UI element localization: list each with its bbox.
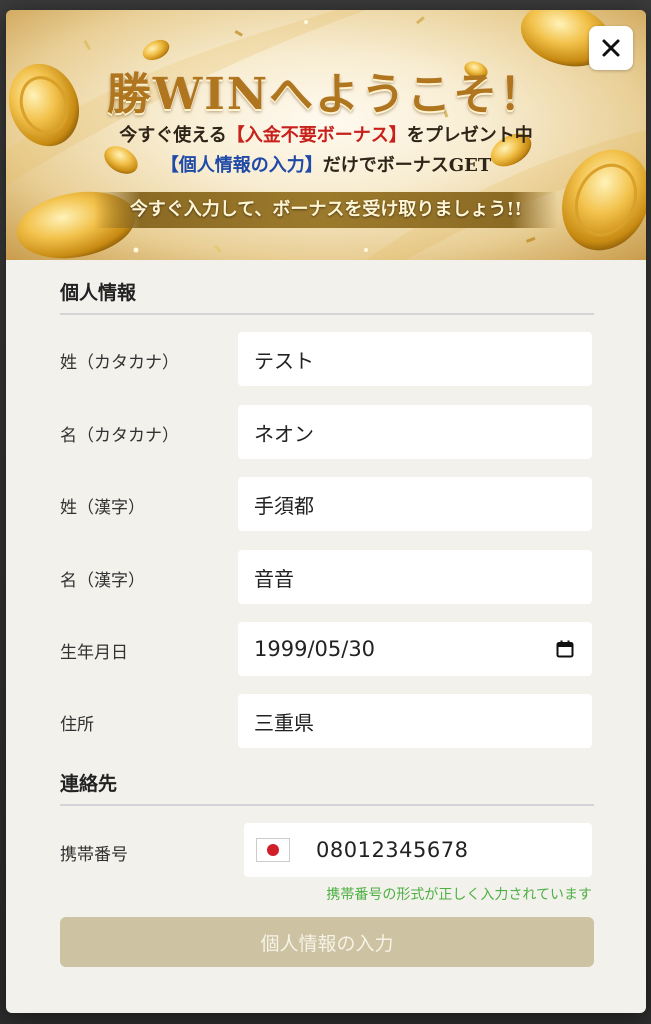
last-name-kanji-value: 手須都 — [254, 493, 314, 518]
banner-subtitle-1: 今すぐ使える【入金不要ボーナス】をプレゼント中 — [6, 121, 646, 147]
ribbon-text: 今すぐ入力して、ボーナスを受け取りましょう!! — [129, 199, 523, 220]
birthdate-value: 1999/05/30 — [254, 637, 376, 661]
flag-sun-dot — [267, 844, 279, 856]
section-divider — [60, 804, 594, 806]
first-name-kanji-input[interactable]: 音音 — [238, 550, 592, 604]
banner-ribbon: 今すぐ入力して、ボーナスを受け取りましょう!! — [94, 192, 558, 228]
no-deposit-bonus-highlight: 【入金不要ボーナス】 — [226, 125, 407, 146]
phone-input[interactable]: 08012345678 — [244, 823, 592, 877]
first-name-kana-value: ネオン — [254, 421, 314, 446]
japan-flag-icon[interactable] — [256, 838, 290, 862]
personal-info-highlight: 【個人情報の入力】 — [160, 155, 323, 176]
submit-personal-info-button[interactable]: 個人情報の入力 — [60, 917, 594, 967]
first-name-kana-label: 名（カタカナ） — [60, 426, 179, 446]
section-divider — [60, 313, 594, 315]
close-button[interactable] — [589, 26, 633, 70]
close-icon — [602, 39, 620, 57]
first-name-kanji-label: 名（漢字） — [60, 571, 145, 591]
registration-modal: 勝WINへようこそ！ 今すぐ使える【入金不要ボーナス】をプレゼント中 【個人情報… — [6, 10, 646, 1013]
address-value: 三重県 — [254, 710, 314, 735]
first-name-kana-input[interactable]: ネオン — [238, 405, 592, 459]
calendar-icon[interactable] — [556, 640, 574, 658]
phone-label: 携帯番号 — [60, 845, 128, 865]
birthdate-label: 生年月日 — [60, 643, 128, 663]
banner-line2-post: だけでボーナスGET — [322, 155, 492, 176]
last-name-kana-value: テスト — [254, 348, 314, 373]
birthdate-input[interactable]: 1999/05/30 — [238, 622, 592, 676]
banner-line1-pre: 今すぐ使える — [119, 125, 227, 146]
banner-title: 勝WINへようこそ！ — [106, 69, 546, 120]
banner-line1-post: をプレゼント中 — [406, 125, 533, 146]
first-name-kanji-value: 音音 — [254, 566, 294, 591]
last-name-kanji-label: 姓（漢字） — [60, 498, 145, 518]
contact-heading: 連絡先 — [60, 773, 118, 795]
address-input[interactable]: 三重県 — [238, 694, 592, 748]
phone-value: 08012345678 — [316, 838, 469, 862]
last-name-kanji-input[interactable]: 手須都 — [238, 477, 592, 531]
welcome-banner: 勝WINへようこそ！ 今すぐ使える【入金不要ボーナス】をプレゼント中 【個人情報… — [6, 10, 646, 260]
personal-info-heading: 個人情報 — [60, 282, 137, 304]
banner-subtitle-2: 【個人情報の入力】だけでボーナスGET — [6, 151, 646, 177]
last-name-kana-input[interactable]: テスト — [238, 332, 592, 386]
last-name-kana-label: 姓（カタカナ） — [60, 353, 179, 373]
phone-validation-message: 携帯番号の形式が正しく入力されています — [326, 887, 592, 903]
address-label: 住所 — [60, 715, 94, 735]
